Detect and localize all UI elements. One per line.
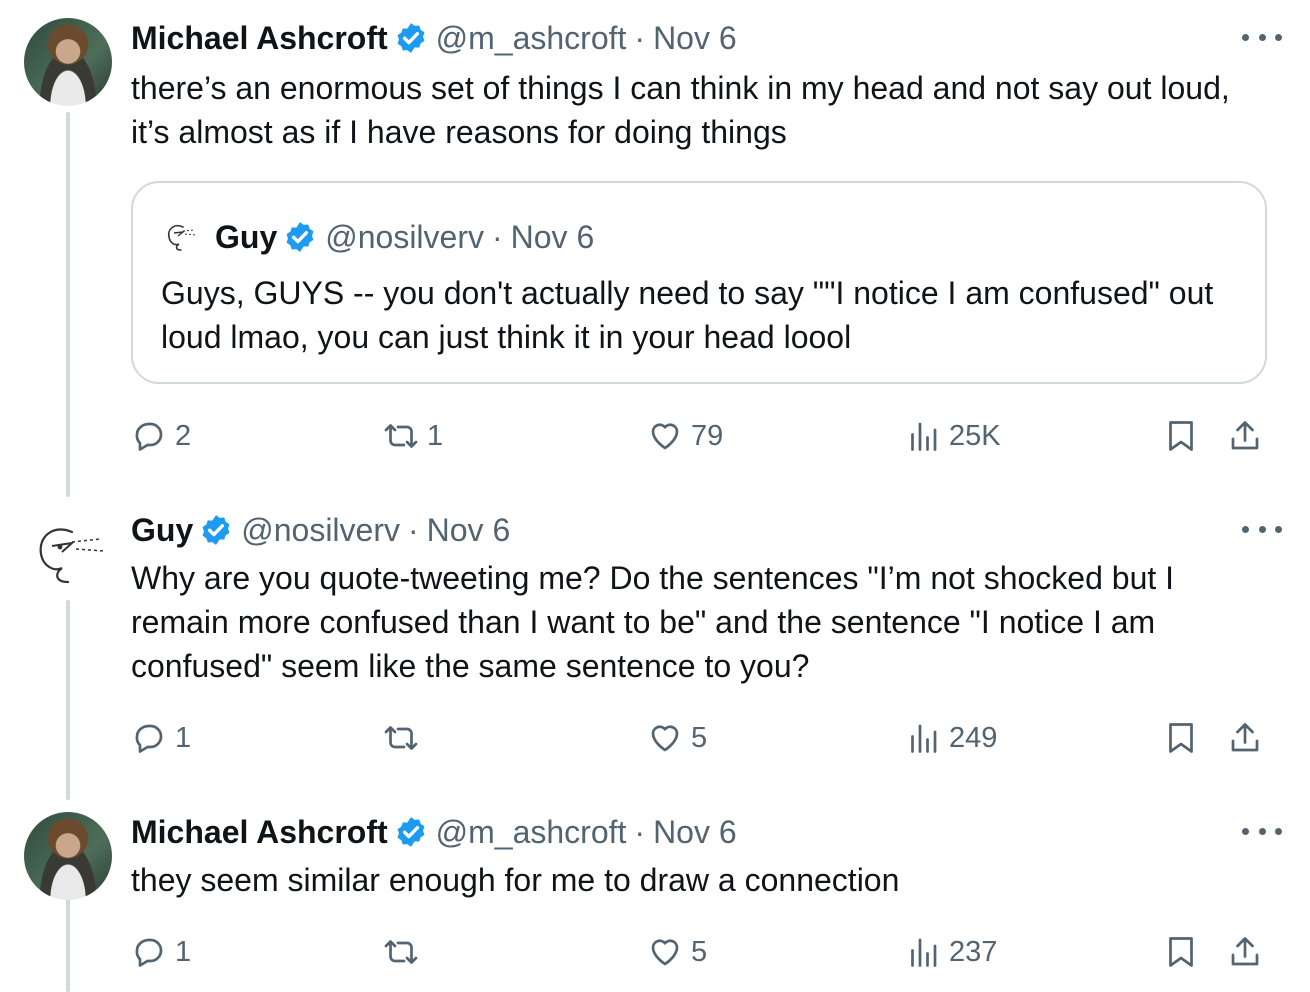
quote-header: Guy @nosilverv · Nov 6: [161, 217, 594, 257]
tweet-text: they seem similar enough for me to draw …: [131, 862, 900, 898]
separator-dot: ·: [491, 218, 503, 255]
like-button[interactable]: 5: [647, 930, 707, 974]
like-count: 5: [691, 935, 708, 968]
retweet-icon: [384, 726, 418, 750]
retweet-count: 1: [427, 419, 444, 452]
tweet-date[interactable]: Nov 6: [653, 814, 737, 851]
like-icon: [651, 423, 679, 450]
thread-line: [66, 600, 70, 800]
separator-dot: ·: [634, 813, 646, 850]
reply-button[interactable]: 2: [131, 414, 191, 458]
like-icon: [651, 939, 679, 966]
quote-tweet[interactable]: Guy @nosilverv · Nov 6 Guys, GUYS -- you…: [131, 181, 1267, 384]
share-button[interactable]: [1227, 414, 1263, 458]
views-icon: [911, 724, 937, 753]
author-handle[interactable]: @m_ashcroft: [436, 20, 627, 57]
reply-icon: [135, 422, 163, 451]
like-button[interactable]: 5: [647, 716, 707, 760]
retweet-button[interactable]: [383, 930, 427, 974]
tweet-text: there’s an enormous set of things I can …: [131, 70, 1230, 150]
quote-author-name[interactable]: Guy: [215, 219, 277, 256]
author-handle[interactable]: @nosilverv: [241, 512, 400, 549]
author-name[interactable]: Michael Ashcroft: [131, 814, 388, 851]
quote-text: Guys, GUYS -- you don't actually need to…: [161, 275, 1214, 355]
tweet-actions: 1 5 237: [131, 930, 1271, 974]
tweet-date[interactable]: Nov 6: [653, 20, 737, 57]
tweet-header: Michael Ashcroft @m_ashcroft · Nov 6: [131, 18, 737, 58]
thread-line: [66, 112, 70, 497]
views-icon: [911, 422, 937, 451]
quote-date[interactable]: Nov 6: [511, 219, 595, 256]
bookmark-button[interactable]: [1163, 930, 1199, 974]
separator-dot: ·: [407, 511, 419, 548]
thread-line: [66, 898, 70, 992]
bookmark-icon: [1169, 421, 1193, 451]
avatar[interactable]: [24, 812, 112, 900]
reply-count: 1: [175, 935, 192, 968]
views-count: 237: [949, 935, 998, 968]
avatar[interactable]: [24, 510, 112, 598]
views-button[interactable]: 237: [905, 930, 997, 974]
author-name[interactable]: Guy: [131, 512, 193, 549]
retweet-button[interactable]: [383, 716, 427, 760]
quote-author-handle[interactable]: @nosilverv: [325, 219, 484, 256]
views-button[interactable]: 249: [905, 716, 997, 760]
avatar[interactable]: [24, 18, 112, 106]
verified-badge-icon: [397, 23, 425, 53]
bookmark-button[interactable]: [1163, 414, 1199, 458]
views-count: 25K: [949, 419, 1001, 452]
author-handle[interactable]: @m_ashcroft: [436, 814, 627, 851]
reply-count: 2: [175, 419, 192, 452]
verified-badge-icon: [397, 817, 425, 847]
verified-badge-icon: [286, 222, 314, 252]
views-button[interactable]: 25K: [905, 414, 1001, 458]
share-button[interactable]: [1227, 716, 1263, 760]
share-icon: [1231, 937, 1259, 966]
reply-button[interactable]: 1: [131, 716, 191, 760]
like-count: 79: [691, 419, 724, 452]
bookmark-icon: [1169, 723, 1193, 753]
tweet-actions: 2 1 79 25K: [131, 414, 1271, 458]
more-icon[interactable]: [1242, 20, 1282, 54]
bookmark-icon: [1169, 937, 1193, 967]
tweet-date[interactable]: Nov 6: [427, 512, 511, 549]
avatar[interactable]: [161, 217, 201, 257]
bookmark-button[interactable]: [1163, 716, 1199, 760]
reply-icon: [135, 938, 163, 967]
tweet-text: Why are you quote-tweeting me? Do the se…: [131, 560, 1175, 684]
more-icon[interactable]: [1242, 814, 1282, 848]
retweet-icon: [384, 940, 418, 964]
views-count: 249: [949, 721, 998, 754]
tweet-actions: 1 5 249: [131, 716, 1271, 760]
retweet-icon: [384, 424, 418, 448]
more-icon[interactable]: [1242, 512, 1282, 546]
author-name[interactable]: Michael Ashcroft: [131, 20, 388, 57]
reply-count: 1: [175, 721, 192, 754]
verified-badge-icon: [202, 515, 230, 545]
share-icon: [1231, 723, 1259, 752]
reply-icon: [135, 724, 163, 753]
separator-dot: ·: [634, 19, 646, 56]
retweet-button[interactable]: 1: [383, 414, 443, 458]
tweet-header: Guy @nosilverv · Nov 6: [131, 510, 510, 550]
like-button[interactable]: 79: [647, 414, 723, 458]
like-icon: [651, 725, 679, 752]
tweet-header: Michael Ashcroft @m_ashcroft · Nov 6: [131, 812, 737, 852]
share-icon: [1231, 421, 1259, 450]
reply-button[interactable]: 1: [131, 930, 191, 974]
share-button[interactable]: [1227, 930, 1263, 974]
like-count: 5: [691, 721, 708, 754]
views-icon: [911, 938, 937, 967]
